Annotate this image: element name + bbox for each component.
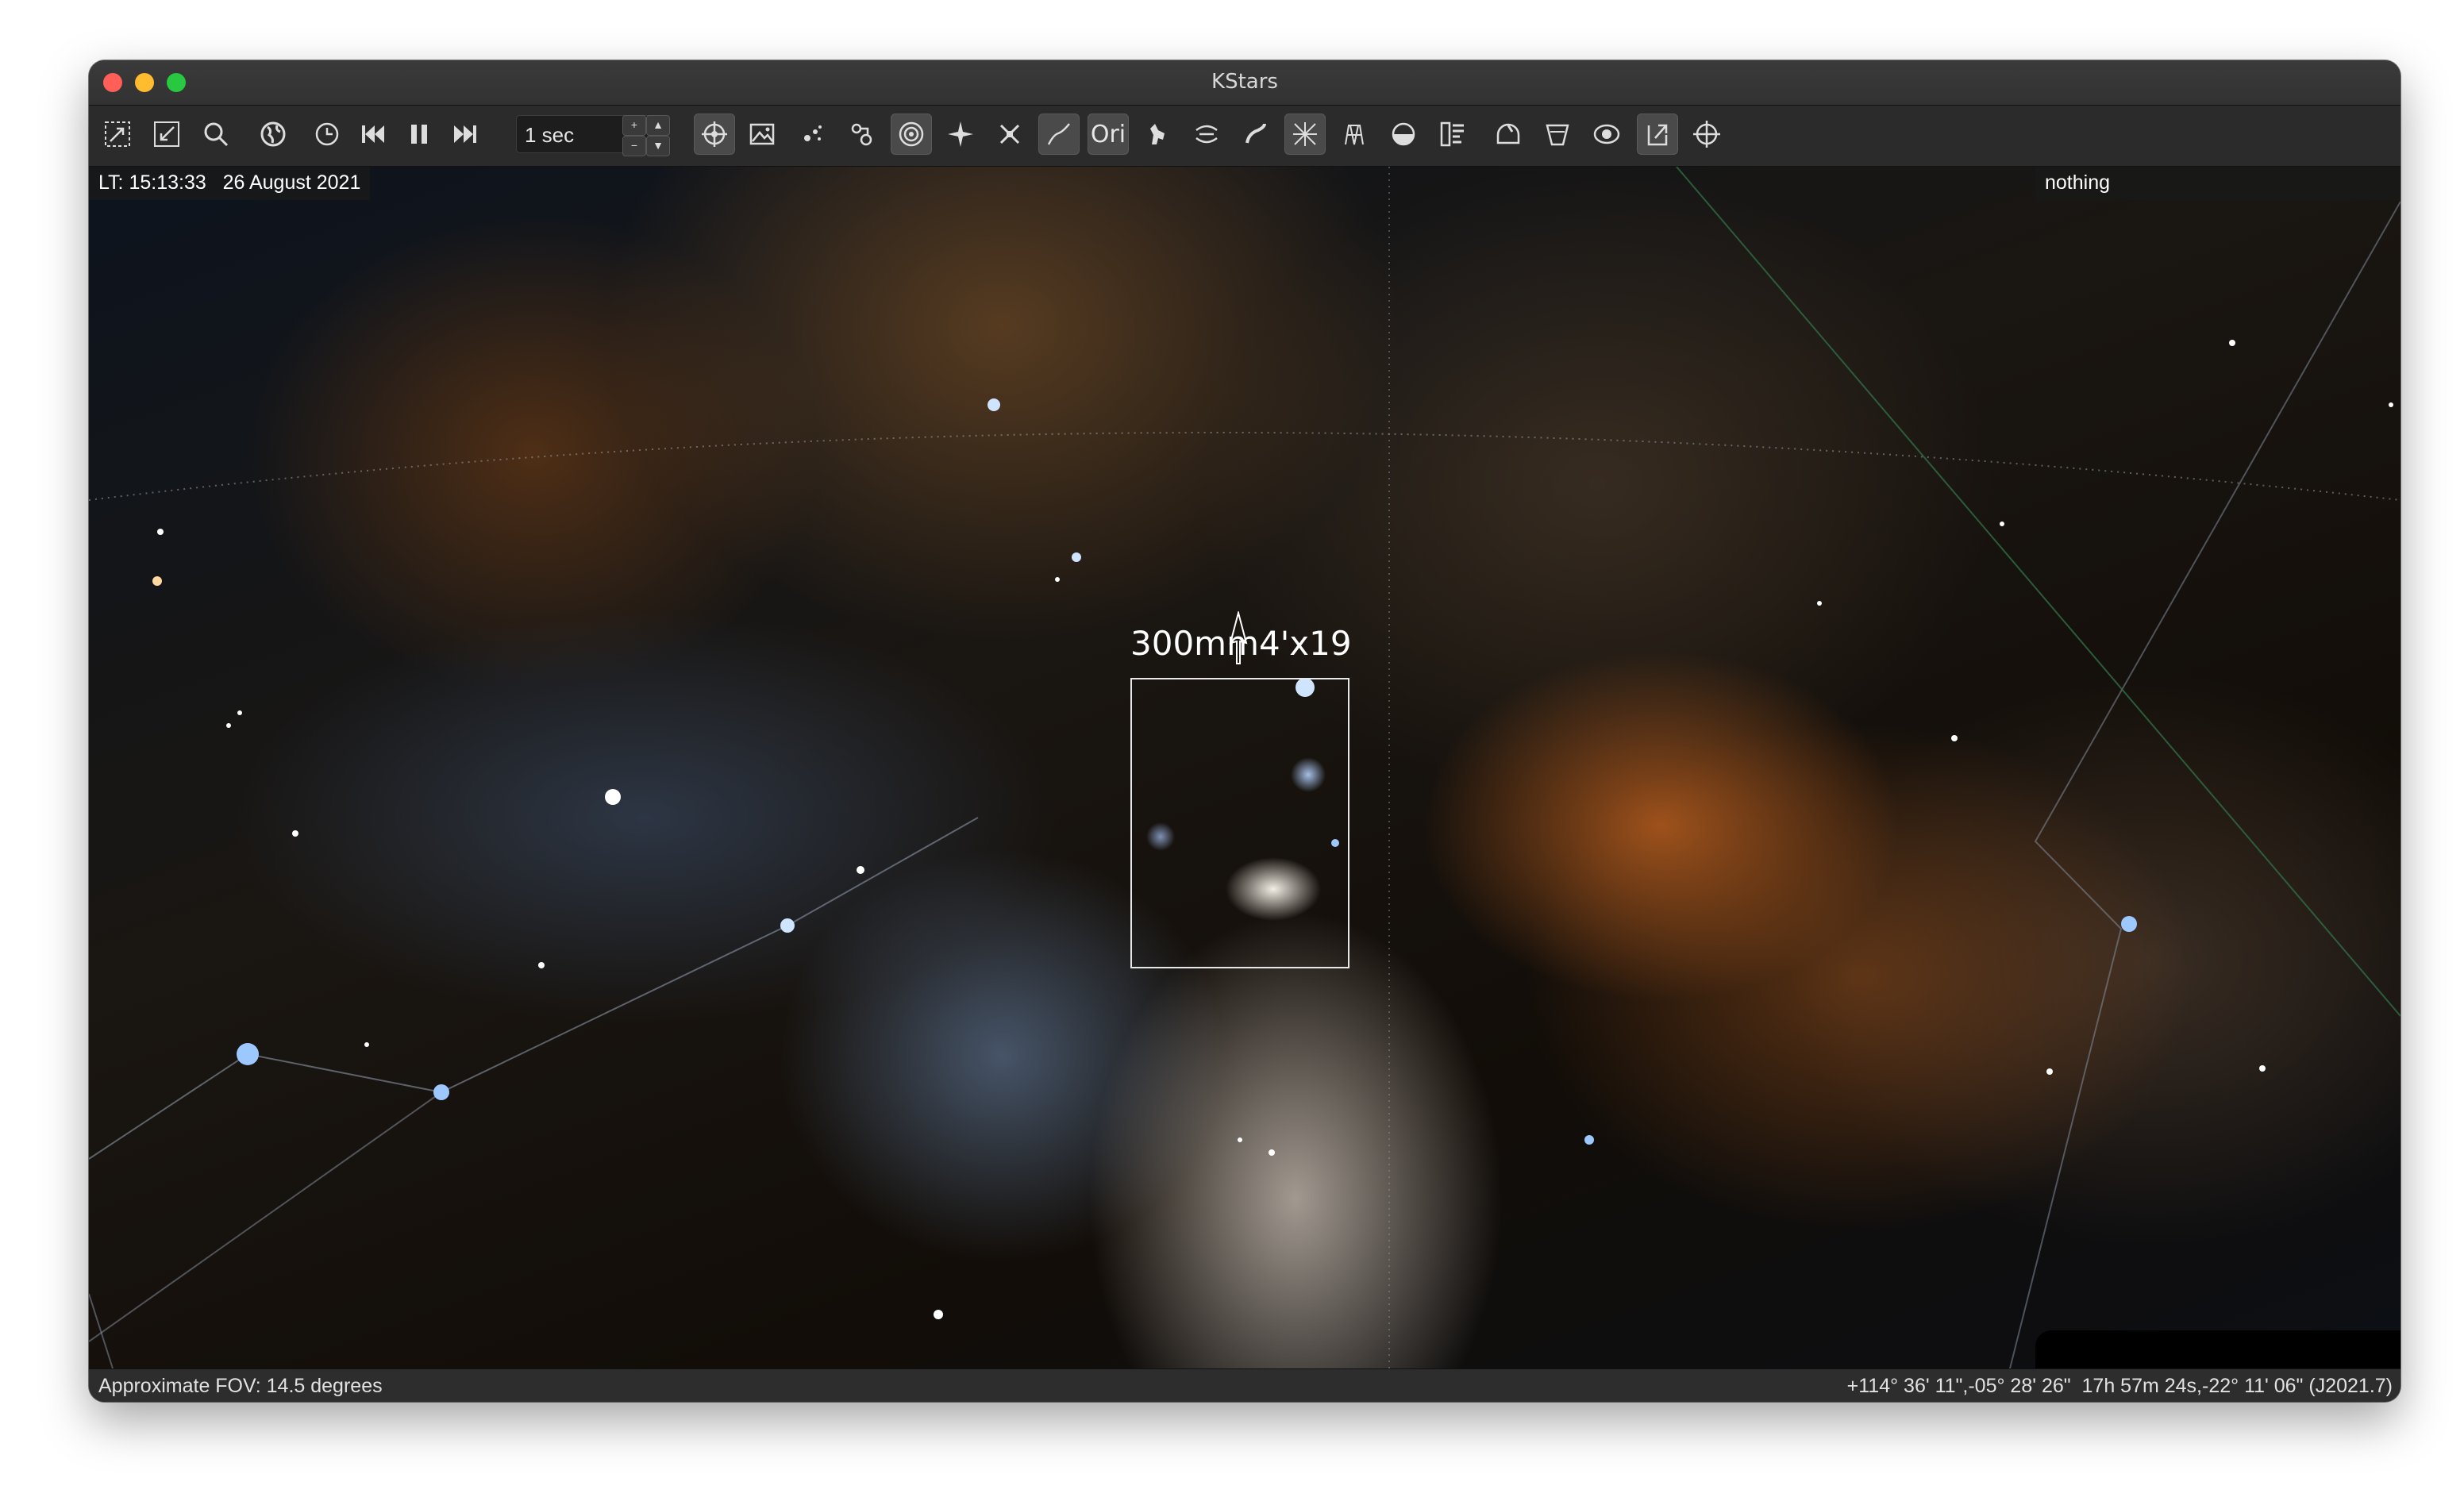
time-step-up-button[interactable]: +	[622, 115, 646, 136]
crosshair-icon	[1693, 121, 1720, 148]
toggle-solar-system-button[interactable]	[940, 114, 981, 155]
toggle-comets-button[interactable]	[1235, 114, 1276, 155]
zoom-out-button[interactable]	[146, 114, 187, 155]
horizon-icon	[1345, 125, 1364, 145]
comet-icon	[1245, 123, 1266, 144]
equatorial-coords-icon	[702, 121, 727, 147]
cursor-coordinates-label: +114° 36' 11",-05° 28' 26" 17h 57m 24s,-…	[1846, 1375, 2393, 1397]
telescope-icon	[1546, 124, 1569, 146]
toggle-constellation-art-button[interactable]	[1137, 114, 1178, 155]
main-toolbar: 1 sec + − ▲ ▼ Ori	[89, 106, 2400, 167]
toggle-image-overlay-button[interactable]	[741, 114, 783, 155]
toggle-deep-sky-button[interactable]	[841, 114, 883, 155]
export-button[interactable]	[1637, 114, 1678, 155]
zoom-in-button[interactable]	[97, 114, 138, 155]
window-title: KStars	[1211, 70, 1278, 94]
pause-button[interactable]	[398, 114, 440, 155]
time-step-down-button[interactable]: −	[622, 136, 646, 156]
milky-way-icon	[1195, 125, 1218, 144]
sky-map[interactable]: LT: 15:13:33 26 August 2021 nothing 300m…	[89, 167, 2400, 1368]
time-step-increase-icon[interactable]: ▲	[646, 115, 670, 136]
toggle-ground-button[interactable]	[1383, 114, 1424, 155]
constellation-art-icon	[1150, 124, 1165, 144]
observatory-button[interactable]	[1488, 114, 1529, 155]
toggle-panel-button[interactable]	[1432, 114, 1473, 155]
center-crosshair-button[interactable]	[1686, 114, 1727, 155]
pause-icon	[411, 125, 427, 144]
eyepiece-view-button[interactable]	[1586, 114, 1627, 155]
deep-sky-icon	[851, 123, 872, 146]
toggle-grid-button[interactable]	[1284, 114, 1326, 155]
panel-icon	[1440, 121, 1464, 147]
toggle-equatorial-coords-button[interactable]	[694, 114, 735, 155]
ground-icon	[1392, 122, 1415, 146]
local-time-label: LT: 15:13:33 26 August 2021	[89, 167, 371, 200]
status-bar: Approximate FOV: 14.5 degrees +114° 36' …	[89, 1368, 2400, 1402]
globe-icon	[260, 121, 286, 147]
clock-icon	[315, 122, 339, 146]
approximate-fov-label: Approximate FOV: 14.5 degrees	[98, 1375, 383, 1397]
step-backward-button[interactable]	[352, 114, 394, 155]
toggle-horizon-button[interactable]	[1334, 114, 1375, 155]
sparkle-icon	[948, 121, 973, 147]
constellation-lines-icon	[1047, 123, 1070, 145]
telescope-button[interactable]	[1537, 114, 1578, 155]
find-object-button[interactable]	[195, 114, 237, 155]
location-button[interactable]	[252, 114, 294, 155]
toggle-milky-way-button[interactable]	[1186, 114, 1227, 155]
step-forward-icon	[454, 125, 476, 143]
observatory-icon	[1496, 123, 1520, 144]
stars-icon	[804, 125, 822, 141]
zoom-out-icon	[154, 121, 179, 147]
fov-indicator-box[interactable]	[1130, 678, 1349, 968]
object-under-cursor-label: nothing	[2035, 167, 2400, 200]
image-icon	[749, 123, 775, 145]
set-time-button[interactable]	[306, 114, 348, 155]
mouse-cursor	[1229, 611, 1248, 664]
grid-toggle-icon	[1293, 122, 1317, 146]
target-icon	[899, 121, 924, 147]
toggle-targets-button[interactable]	[891, 114, 932, 155]
time-step-decrease-icon[interactable]: ▼	[646, 136, 670, 156]
title-bar[interactable]: KStars	[89, 60, 2400, 106]
satellite-icon	[999, 124, 1020, 144]
overlay-bar	[2035, 1330, 2400, 1368]
search-icon	[204, 122, 229, 147]
step-forward-button[interactable]	[445, 114, 486, 155]
toggle-satellites-button[interactable]	[989, 114, 1030, 155]
toggle-stars-button[interactable]	[792, 114, 834, 155]
toggle-constellation-names-button[interactable]: Ori	[1088, 114, 1129, 155]
step-backward-icon	[362, 125, 384, 143]
zoom-in-icon	[105, 121, 130, 147]
kstars-window: KStars 1 sec + − ▲ ▼ Ori LT: 15:13:33 26…	[89, 60, 2400, 1402]
toggle-constellation-lines-button[interactable]	[1038, 114, 1080, 155]
time-step-spinner[interactable]: + − ▲ ▼	[622, 114, 670, 156]
eye-icon	[1593, 124, 1620, 144]
export-icon	[1647, 124, 1668, 146]
